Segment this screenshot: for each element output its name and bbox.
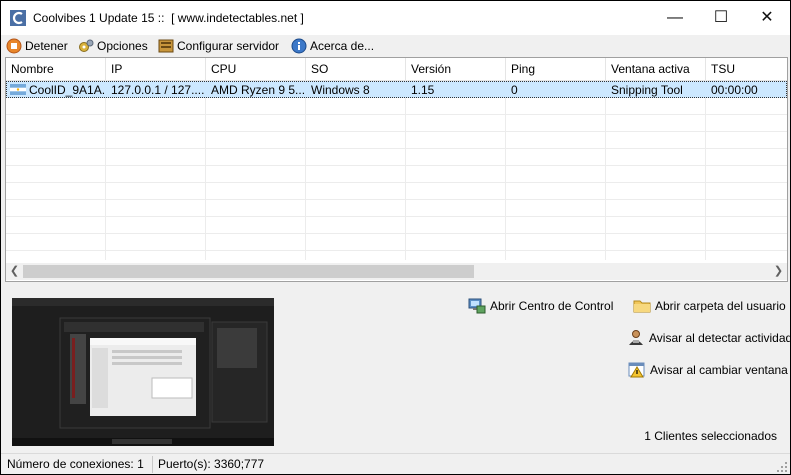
grid-line	[6, 250, 787, 251]
configure-server-label: Configurar servidor	[177, 39, 280, 53]
maximize-button[interactable]: ☐	[698, 1, 744, 35]
gears-icon	[79, 39, 94, 52]
cell-tsu: 00:00:00	[711, 83, 758, 97]
scrollbar-thumb[interactable]	[23, 265, 474, 278]
minimize-button[interactable]: —	[652, 1, 698, 35]
server-icon	[158, 39, 174, 53]
notify-activity-label: Avisar al detectar actividad	[649, 331, 790, 345]
open-user-folder-label: Abrir carpeta del usuario	[655, 299, 786, 313]
cell-cpu: AMD Ryzen 9 5...	[211, 83, 305, 97]
cell-so: Windows 8	[311, 83, 370, 97]
window-title: Coolvibes 1 Update 15 :: [ www.indetecta…	[33, 11, 304, 25]
about-label: Acerca de...	[310, 39, 375, 53]
desktop-preview-image	[12, 298, 274, 446]
minimize-icon: —	[667, 9, 683, 26]
cell-nombre: CoolID_9A1A...	[29, 83, 106, 97]
scroll-right-button[interactable]: ❯	[770, 263, 787, 280]
grid-line	[6, 131, 787, 132]
grid-line	[6, 233, 787, 234]
toolbar: Detener Opciones Configurar servidor Ace…	[1, 35, 790, 57]
col-header-ping[interactable]: Ping	[506, 58, 606, 80]
open-control-center-label: Abrir Centro de Control	[490, 299, 614, 313]
close-button[interactable]: ✕	[744, 1, 790, 35]
user-alert-icon	[629, 330, 643, 345]
app-logo-icon	[10, 10, 26, 26]
ports-info: Puerto(s): 3360;777	[158, 457, 265, 471]
open-control-center-button[interactable]: Abrir Centro de Control	[468, 297, 613, 315]
folder-icon	[633, 300, 651, 313]
grid-line	[6, 114, 787, 115]
bottom-panel: Abrir Centro de Control Abrir carpeta de…	[1, 285, 790, 451]
title-bar[interactable]: Coolvibes 1 Update 15 :: [ www.indetecta…	[1, 1, 790, 35]
col-header-so[interactable]: SO	[306, 58, 406, 80]
col-header-tsu[interactable]: TSU	[706, 58, 787, 80]
scroll-left-button[interactable]: ❮	[6, 263, 23, 280]
desktop-preview-thumbnail[interactable]	[12, 298, 274, 446]
grid-line	[6, 165, 787, 166]
client-list[interactable]: Nombre IP CPU SO Versión Ping Ventana ac…	[5, 57, 788, 282]
col-header-nombre[interactable]: Nombre	[6, 58, 106, 80]
stop-icon	[6, 38, 22, 54]
chevron-right-icon: ❯	[773, 265, 784, 277]
stop-button[interactable]: Detener	[6, 37, 68, 55]
configure-server-button[interactable]: Configurar servidor	[158, 37, 279, 55]
cell-version: 1.15	[411, 83, 435, 97]
cell-active-window: Snipping Tool	[611, 83, 683, 97]
connections-count: Número de conexiones: 1	[7, 457, 144, 471]
resize-grip-icon[interactable]	[776, 461, 788, 473]
notify-window-change-label: Avisar al cambiar ventana	[650, 363, 788, 377]
options-button-label: Opciones	[97, 39, 148, 53]
options-button[interactable]: Opciones	[78, 37, 148, 55]
cell-ping: 0	[511, 83, 518, 97]
grid-line	[6, 199, 787, 200]
network-computer-icon	[468, 298, 486, 314]
col-header-active-window[interactable]: Ventana activa	[606, 58, 706, 80]
list-header: Nombre IP CPU SO Versión Ping Ventana ac…	[6, 58, 787, 81]
warning-window-icon	[628, 362, 645, 378]
about-button[interactable]: Acerca de...	[291, 37, 374, 55]
col-header-cpu[interactable]: CPU	[206, 58, 306, 80]
status-separator	[152, 456, 153, 473]
info-icon	[291, 38, 307, 54]
chevron-left-icon: ❮	[9, 265, 20, 277]
maximize-icon: ☐	[713, 9, 729, 26]
status-bar: Número de conexiones: 1 Puerto(s): 3360;…	[1, 453, 790, 474]
horizontal-scrollbar[interactable]: ❮ ❯	[6, 263, 787, 280]
cell-ip: 127.0.0.1 / 127....	[111, 83, 205, 97]
app-window: Coolvibes 1 Update 15 :: [ www.indetecta…	[1, 1, 790, 474]
grid-line	[6, 216, 787, 217]
open-user-folder-button[interactable]: Abrir carpeta del usuario	[633, 297, 786, 315]
col-header-version[interactable]: Versión	[406, 58, 506, 80]
col-header-ip[interactable]: IP	[106, 58, 206, 80]
close-icon: ✕	[760, 9, 774, 26]
stop-button-label: Detener	[25, 39, 68, 53]
notify-window-change-button[interactable]: Avisar al cambiar ventana	[628, 361, 788, 379]
grid-line	[6, 182, 787, 183]
selected-clients-count: 1 Clientes seleccionados	[644, 429, 777, 443]
grid-line	[6, 148, 787, 149]
notify-activity-button[interactable]: Avisar al detectar actividad	[627, 329, 790, 347]
